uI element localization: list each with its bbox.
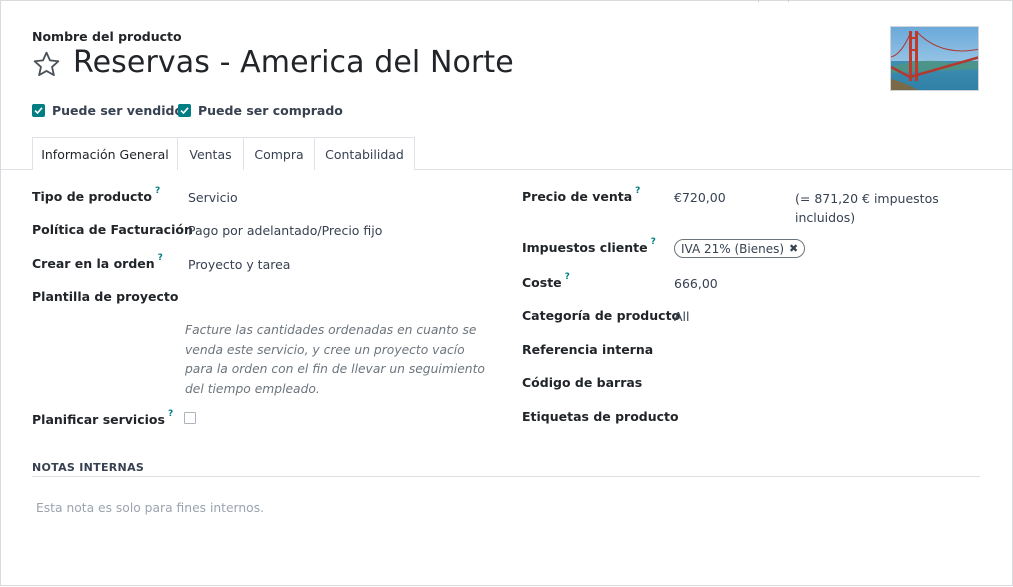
close-icon[interactable]: ✖ bbox=[789, 242, 798, 255]
can-be-purchased-label: Puede ser comprado bbox=[198, 103, 343, 118]
internal-notes-field[interactable]: Esta nota es solo para fines internos. bbox=[36, 501, 264, 515]
tab-compra[interactable]: Compra bbox=[244, 137, 315, 170]
product-type-label-text: Tipo de producto bbox=[32, 189, 152, 204]
product-type-value[interactable]: Servicio bbox=[188, 190, 238, 205]
cost-label-text: Coste bbox=[522, 275, 562, 290]
notes-divider bbox=[32, 476, 980, 477]
can-be-sold-checkbox[interactable] bbox=[32, 104, 45, 117]
product-name-title[interactable]: Reservas - America del Norte bbox=[73, 45, 514, 80]
plan-services-label-text: Planificar servicios bbox=[32, 412, 165, 427]
internal-reference-input[interactable] bbox=[674, 343, 974, 361]
top-divider-mark bbox=[788, 0, 789, 2]
tab-informacion-general[interactable]: Información General bbox=[32, 137, 178, 170]
can-be-sold-label: Puede ser vendido bbox=[52, 103, 184, 118]
sales-price-label-text: Precio de venta bbox=[522, 189, 633, 204]
barcode-label: Código de barras bbox=[522, 375, 643, 390]
plan-services-checkbox[interactable] bbox=[184, 412, 196, 424]
help-tooltip-icon[interactable]: ? bbox=[155, 186, 160, 196]
product-tags-input[interactable] bbox=[674, 410, 974, 428]
project-template-input[interactable] bbox=[188, 290, 488, 308]
customer-taxes-label-text: Impuestos cliente bbox=[522, 240, 648, 255]
internal-notes-heading: NOTAS INTERNAS bbox=[32, 461, 145, 474]
product-form-sheet: Nombre del producto Reservas - America d… bbox=[0, 0, 1013, 586]
service-help-text: Facture las cantidades ordenadas en cuan… bbox=[185, 323, 485, 396]
plan-services-label: Planificar servicios? bbox=[32, 409, 173, 427]
sales-price-value[interactable]: €720,00 bbox=[674, 190, 726, 205]
product-name-label: Nombre del producto bbox=[32, 29, 182, 44]
can-be-purchased-checkbox[interactable] bbox=[178, 104, 191, 117]
help-tooltip-icon[interactable]: ? bbox=[565, 272, 570, 282]
help-tooltip-icon[interactable]: ? bbox=[158, 253, 163, 263]
help-tooltip-icon[interactable]: ? bbox=[651, 237, 656, 247]
tax-tag: IVA 21% (Bienes) ✖ bbox=[674, 239, 806, 258]
invoicing-policy-value[interactable]: Pago por adelantado/Precio fijo bbox=[188, 223, 382, 238]
cost-value[interactable]: 666,00 bbox=[674, 276, 718, 291]
tab-ventas[interactable]: Ventas bbox=[178, 137, 244, 170]
cost-label: Coste? bbox=[522, 272, 570, 290]
product-image[interactable] bbox=[890, 26, 979, 91]
tax-tag-label: IVA 21% (Bienes) bbox=[681, 241, 785, 256]
help-tooltip-icon[interactable]: ? bbox=[635, 186, 640, 196]
taxes-included-text: (= 871,20 € impuestos incluidos) bbox=[795, 191, 939, 225]
internal-reference-label: Referencia interna bbox=[522, 342, 654, 357]
barcode-input[interactable] bbox=[674, 376, 974, 394]
project-template-label: Plantilla de proyecto bbox=[32, 289, 179, 304]
star-icon[interactable] bbox=[32, 50, 61, 79]
customer-taxes-label: Impuestos cliente? bbox=[522, 237, 656, 255]
create-on-order-label-text: Crear en la orden bbox=[32, 256, 155, 271]
product-type-label: Tipo de producto? bbox=[32, 186, 160, 204]
top-border bbox=[1, 0, 1013, 1]
tab-contabilidad[interactable]: Contabilidad bbox=[315, 137, 415, 170]
create-on-order-label: Crear en la orden? bbox=[32, 253, 163, 271]
top-divider-mark bbox=[758, 0, 759, 2]
product-category-label: Categoría de producto bbox=[522, 308, 681, 323]
product-tags-label: Etiquetas de producto bbox=[522, 409, 679, 424]
invoicing-policy-label: Política de Facturación bbox=[32, 222, 193, 237]
product-category-value[interactable]: All bbox=[674, 309, 690, 324]
help-tooltip-icon[interactable]: ? bbox=[168, 409, 173, 419]
create-on-order-value[interactable]: Proyecto y tarea bbox=[188, 257, 290, 272]
sales-price-label: Precio de venta? bbox=[522, 186, 640, 204]
